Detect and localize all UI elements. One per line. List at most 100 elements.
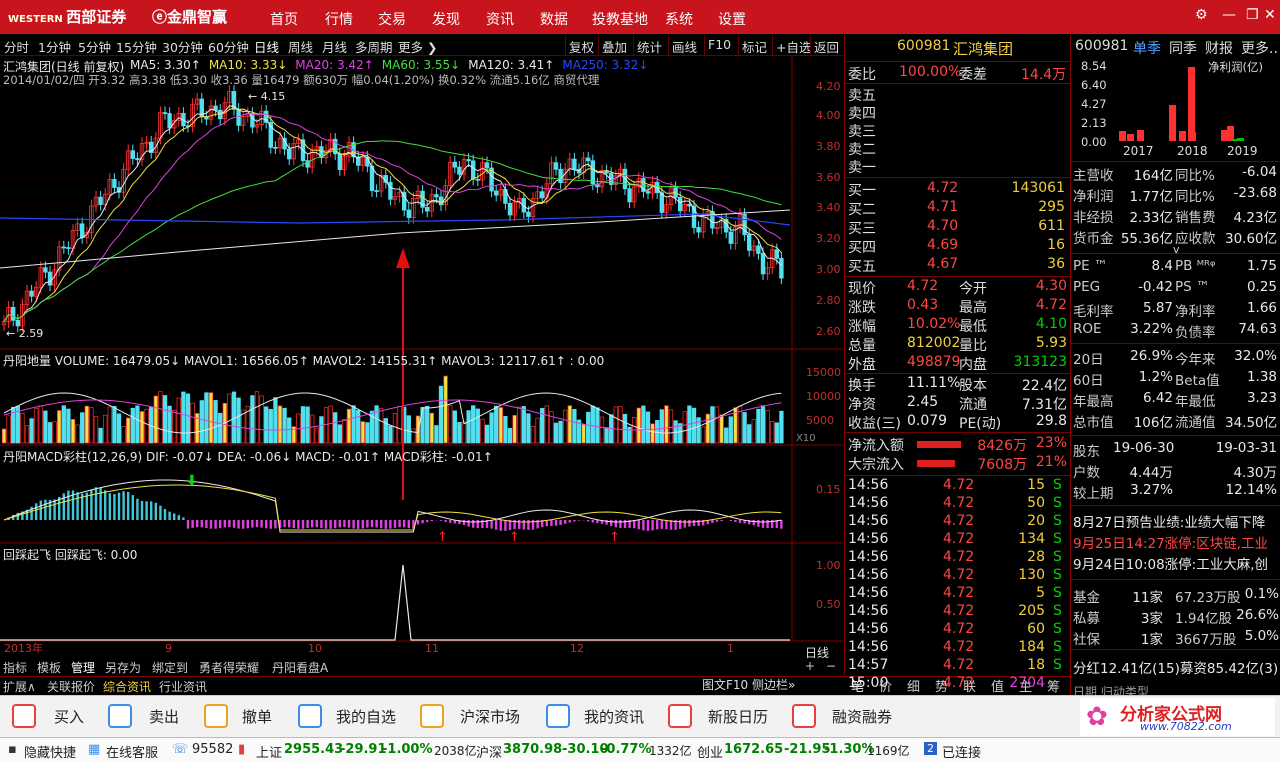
quote-tab-2[interactable]: 细 [907, 676, 920, 695]
menu-3[interactable]: 发现 [432, 9, 460, 29]
macd-bar [476, 520, 479, 529]
news-item[interactable]: 9月25日14:27涨停:区块链,工业 [1073, 532, 1279, 552]
action-icon-3[interactable] [298, 704, 322, 728]
volume-bar [43, 410, 48, 444]
tool-button-0[interactable]: 复权 [569, 37, 594, 56]
indicator-tab-5[interactable]: 勇者得荣耀 [199, 659, 259, 676]
action-button-6[interactable]: 新股日历 [708, 706, 768, 727]
macd-bar [738, 520, 742, 523]
minimize-icon[interactable]: — [1222, 7, 1236, 23]
indicator-tab-1[interactable]: 模板 [37, 659, 61, 676]
info-tab-1[interactable]: 关联报价 [47, 678, 95, 695]
tool-button-3[interactable]: 画线 [672, 37, 697, 56]
tick-row: 14:56 4.72 60 S [845, 621, 1070, 639]
menu-1[interactable]: 行情 [325, 9, 353, 29]
volume-bar [351, 405, 356, 444]
action-icon-6[interactable] [668, 704, 692, 728]
indicator-tab-6[interactable]: 丹阳看盘A [272, 659, 328, 676]
action-button-1[interactable]: 卖出 [149, 706, 179, 727]
quote-tab-4[interactable]: 联 [963, 676, 976, 695]
menu-8[interactable]: 设置 [718, 9, 746, 29]
period-tab-10[interactable]: 更多 ❯ [398, 37, 437, 56]
macd-bar [761, 520, 765, 528]
maximize-icon[interactable]: ❐ [1246, 7, 1259, 23]
menu-6[interactable]: 投教基地 [592, 9, 648, 29]
finance-tab-4[interactable]: 更多.. [1241, 38, 1278, 58]
tool-button-7[interactable]: 返回 [814, 37, 839, 56]
indicator-tab-0[interactable]: 指标 [3, 659, 27, 676]
finance-tab-0[interactable]: 600981 [1075, 38, 1128, 54]
action-icon-7[interactable] [792, 704, 816, 728]
info-tab-3[interactable]: 行业资讯 [159, 678, 207, 695]
indicator-tab-3[interactable]: 另存为 [105, 659, 141, 676]
news-item[interactable]: 8月27日预告业绩:业绩大幅下降 [1073, 511, 1279, 531]
action-button-2[interactable]: 撤单 [242, 706, 272, 727]
sidebar-toggle[interactable]: 图文F10 侧边栏» [702, 676, 795, 693]
expand-icon[interactable]: v [1173, 243, 1180, 256]
period-tab-6[interactable]: 日线 [254, 37, 279, 56]
finance-tab-3[interactable]: 财报 [1205, 38, 1233, 58]
online-service-button[interactable]: 在线客服 [106, 742, 158, 761]
period-tab-4[interactable]: 30分钟 [162, 37, 203, 56]
info-tab-2[interactable]: 综合资讯 [103, 678, 151, 695]
tool-button-6[interactable]: +自选 [776, 37, 811, 56]
macd-bar [370, 520, 374, 528]
macd-bar [163, 509, 167, 520]
finance-bar [1188, 67, 1195, 141]
quote-tab-6[interactable]: 主 [1019, 676, 1032, 695]
action-icon-1[interactable] [108, 704, 132, 728]
menu-4[interactable]: 资讯 [486, 9, 514, 29]
finance-tab-1[interactable]: 单季 [1133, 38, 1161, 58]
news-item[interactable]: 9月24日10:08涨停:工业大麻,创 [1073, 553, 1279, 573]
period-tab-2[interactable]: 5分钟 [78, 37, 111, 56]
volume-bar [641, 405, 646, 444]
action-icon-0[interactable] [12, 704, 36, 728]
period-tab-5[interactable]: 60分钟 [208, 37, 249, 56]
menu-0[interactable]: 首页 [270, 9, 298, 29]
action-button-4[interactable]: 沪深市场 [460, 706, 520, 727]
tool-button-1[interactable]: 叠加 [602, 37, 627, 56]
period-tab-3[interactable]: 15分钟 [116, 37, 157, 56]
indicator-tab-2[interactable]: 管理 [71, 659, 95, 676]
menu-7[interactable]: 系统 [665, 9, 693, 29]
period-tab-7[interactable]: 周线 [288, 37, 313, 56]
info-tab-0[interactable]: 扩展∧ [3, 678, 36, 695]
action-button-7[interactable]: 融资融券 [832, 706, 892, 727]
period-tab-8[interactable]: 月线 [322, 37, 347, 56]
volume-bar [521, 406, 526, 444]
quote-tab-7[interactable]: 筹 [1047, 676, 1060, 695]
action-icon-5[interactable] [546, 704, 570, 728]
tool-button-2[interactable]: 统计 [637, 37, 662, 56]
hide-shortcut-button[interactable]: 隐藏快捷 [24, 742, 76, 761]
price-axis-label: 3.60 [816, 171, 841, 184]
quote-tab-5[interactable]: 值 [991, 676, 1004, 695]
zoom-out-button[interactable]: − [826, 659, 836, 673]
date-label: 12 [570, 642, 584, 655]
action-button-3[interactable]: 我的自选 [336, 706, 396, 727]
hide-shortcut-icon[interactable]: ▪ [8, 742, 17, 757]
tool-button-5[interactable]: 标记 [742, 37, 767, 56]
tick-volume: 60 [1027, 621, 1045, 637]
buy-volume: 295 [1038, 199, 1065, 215]
settings-icon[interactable]: ⚙ [1195, 7, 1208, 23]
macd-bar [191, 520, 194, 528]
indicator-tab-4[interactable]: 绑定到 [152, 659, 188, 676]
menu-5[interactable]: 数据 [540, 9, 568, 29]
finance-tab-2[interactable]: 同季 [1169, 38, 1197, 58]
period-tab-0[interactable]: 分时 [4, 37, 29, 56]
action-icon-4[interactable] [420, 704, 444, 728]
period-tab-1[interactable]: 1分钟 [38, 37, 71, 56]
period-tab-9[interactable]: 多周期 [355, 37, 393, 56]
quote-tab-1[interactable]: 价 [879, 676, 892, 695]
action-button-5[interactable]: 我的资讯 [584, 706, 644, 727]
menu-2[interactable]: 交易 [378, 9, 406, 29]
quote-tab-3[interactable]: 势 [935, 676, 948, 695]
action-icon-2[interactable] [204, 704, 228, 728]
zoom-in-button[interactable]: + [805, 659, 815, 673]
tool-button-4[interactable]: F10 [708, 37, 731, 52]
volume-axis-label: 5000 [806, 414, 834, 427]
volume-bar [599, 416, 605, 444]
action-button-0[interactable]: 买入 [54, 706, 84, 727]
quote-tab-0[interactable]: 笔 [851, 676, 864, 695]
close-icon[interactable]: ✕ [1264, 7, 1276, 23]
